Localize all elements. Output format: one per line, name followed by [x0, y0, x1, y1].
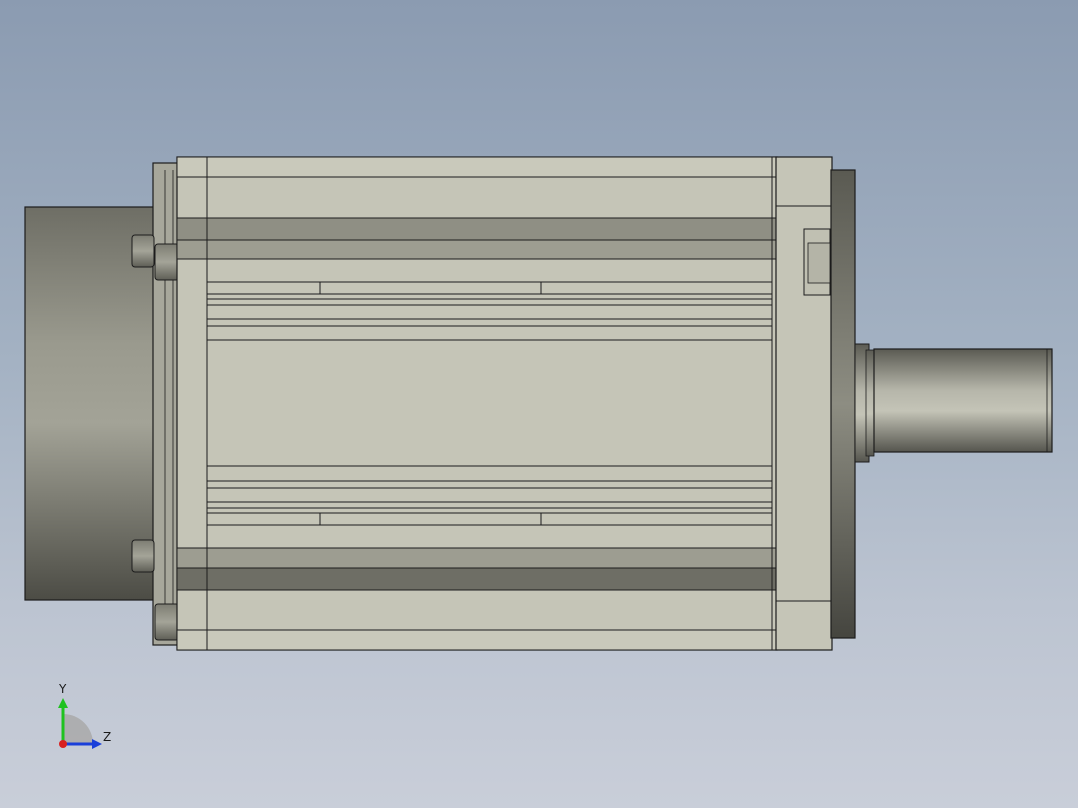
bolt-head[interactable]	[154, 243, 180, 281]
z-axis-label: Z	[103, 730, 112, 744]
triad-graphic	[58, 698, 102, 749]
rear-flange[interactable]	[152, 162, 180, 646]
graphics-viewport[interactable]: Y Z	[0, 0, 1078, 808]
y-axis-label: Y	[59, 682, 67, 696]
bolt-head[interactable]	[131, 539, 155, 573]
output-shaft[interactable]	[873, 348, 1053, 453]
orientation-triad: Y Z	[40, 682, 130, 764]
front-flange[interactable]	[830, 169, 856, 639]
z-axis-arrow-icon	[92, 739, 102, 749]
bolt-head[interactable]	[131, 234, 155, 268]
x-axis-dot-icon	[59, 740, 67, 748]
y-axis-arrow-icon	[58, 698, 68, 708]
motor-model[interactable]	[0, 0, 1078, 808]
bolt-head[interactable]	[154, 603, 180, 641]
